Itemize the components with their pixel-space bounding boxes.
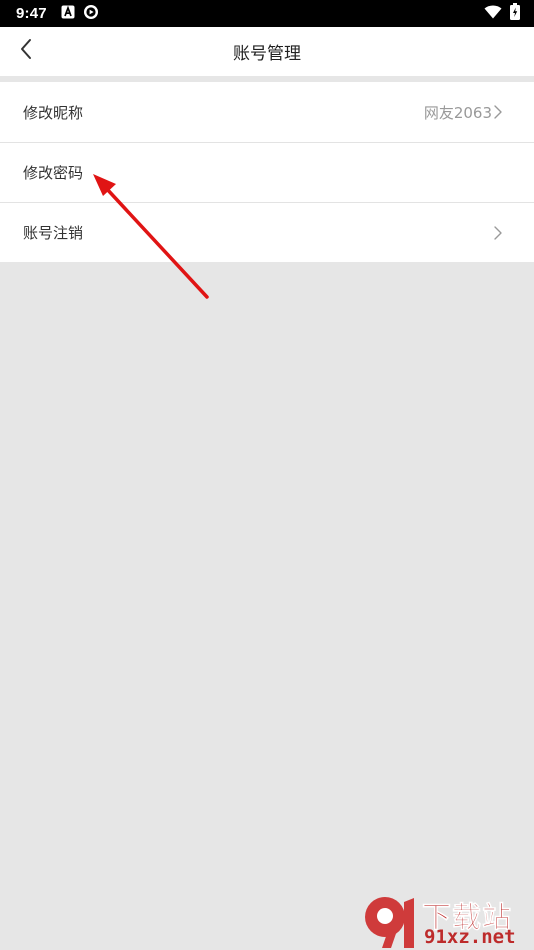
status-time: 9:47: [16, 5, 47, 22]
back-button[interactable]: [8, 31, 44, 71]
a-box-icon: [61, 4, 75, 23]
settings-list: 修改昵称 网友2063 修改密码 账号注销: [0, 82, 534, 262]
settings-item-change-password[interactable]: 修改密码: [0, 142, 534, 202]
wifi-icon: [484, 4, 502, 23]
settings-item-deactivate-account[interactable]: 账号注销: [0, 202, 534, 262]
chevron-left-icon: [19, 38, 33, 64]
watermark: 下载站 91xz.net: [360, 892, 532, 950]
battery-charging-icon: [510, 3, 520, 24]
chevron-right-icon: [494, 105, 502, 119]
nav-bar: 账号管理: [0, 27, 534, 76]
page-title: 账号管理: [233, 44, 301, 64]
media-play-icon: [83, 4, 99, 24]
nickname-value: 网友2063: [423, 103, 492, 122]
watermark-logo-icon: [365, 897, 414, 948]
settings-item-change-nickname[interactable]: 修改昵称 网友2063: [0, 82, 534, 142]
chevron-right-icon: [494, 226, 502, 240]
status-notification-icons: [61, 4, 99, 24]
item-label: 修改密码: [23, 164, 84, 182]
status-system-icons: [484, 3, 520, 24]
item-label: 修改昵称: [23, 103, 84, 122]
watermark-url: 91xz.net: [424, 926, 516, 948]
item-label: 账号注销: [23, 224, 84, 242]
status-bar: 9:47: [0, 0, 534, 27]
